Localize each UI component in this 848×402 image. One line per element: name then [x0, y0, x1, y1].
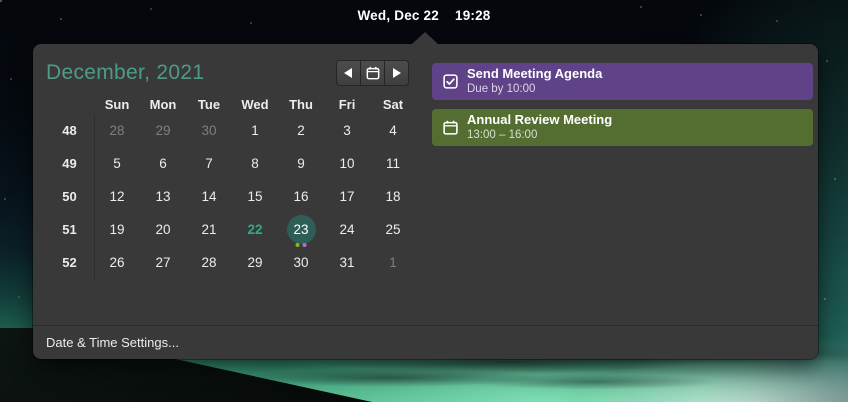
day-cell[interactable]: 12: [94, 180, 140, 213]
chevron-right-icon: [392, 68, 401, 78]
day-cell[interactable]: 7: [186, 147, 232, 180]
events-list: Send Meeting Agenda Due by 10:00 Annual Re…: [432, 58, 813, 279]
day-cell[interactable]: 23: [278, 213, 324, 247]
event-card[interactable]: Annual Review Meeting 13:00 – 16:00: [432, 109, 813, 146]
week-number: 51: [46, 213, 95, 246]
clock[interactable]: Wed, Dec 22 19:28: [357, 8, 490, 23]
checkbox-checked-icon: [442, 74, 458, 90]
calendar-nav: [336, 60, 409, 86]
day-cell[interactable]: 8: [232, 147, 278, 180]
day-cell[interactable]: 1: [232, 114, 278, 147]
day-cell[interactable]: 29: [140, 114, 186, 147]
day-cell[interactable]: 28: [186, 246, 232, 279]
prev-month-button[interactable]: [336, 60, 361, 86]
calendar-icon: [366, 66, 380, 80]
day-cell[interactable]: 30: [278, 246, 324, 279]
month-title: December, 2021: [46, 61, 205, 84]
day-cell[interactable]: 1: [370, 246, 416, 279]
event-text: Send Meeting Agenda Due by 10:00: [467, 66, 602, 96]
event-text: Annual Review Meeting 13:00 – 16:00: [467, 112, 612, 142]
day-cell[interactable]: 21: [186, 213, 232, 246]
week-number: 48: [46, 114, 95, 147]
day-cell[interactable]: 30: [186, 114, 232, 147]
day-header-sun: Sun: [104, 96, 130, 112]
chevron-left-icon: [344, 68, 353, 78]
calendar-icon: [442, 120, 458, 136]
event-subtitle: 13:00 – 16:00: [467, 128, 538, 141]
calendar-popup: December, 2021 Sun Mon Tue Wed Thu Fri S…: [33, 32, 818, 359]
day-cell[interactable]: 31: [324, 246, 370, 279]
day-cell[interactable]: 20: [140, 213, 186, 246]
day-cell[interactable]: 15: [232, 180, 278, 213]
day-cell[interactable]: 26: [94, 246, 140, 279]
day-cell[interactable]: 27: [140, 246, 186, 279]
day-cell[interactable]: 16: [278, 180, 324, 213]
event-subtitle: Due by 10:00: [467, 82, 536, 95]
today-button[interactable]: [360, 60, 385, 86]
event-title: Annual Review Meeting: [467, 112, 613, 128]
calendar-grid: Sun Mon Tue Wed Thu Fri Sat 48 28 29 30 1 2 3 4 49 5 6 7 8 9…: [46, 94, 421, 279]
day-cell[interactable]: 29: [232, 246, 278, 279]
day-header-wed: Wed: [241, 96, 269, 112]
day-cell[interactable]: 10: [324, 147, 370, 180]
day-cell[interactable]: 28: [94, 114, 140, 147]
date-time-settings-button[interactable]: Date & Time Settings...: [46, 335, 179, 350]
day-cell[interactable]: 9: [278, 147, 324, 180]
day-header-tue: Tue: [197, 96, 221, 112]
clock-time: 19:28: [454, 7, 491, 23]
week-number: 52: [46, 246, 95, 279]
calendar-header: December, 2021: [46, 58, 421, 88]
day-cell[interactable]: 5: [94, 147, 140, 180]
day-cell[interactable]: 6: [140, 147, 186, 180]
clock-date: Wed, Dec 22: [357, 7, 439, 23]
day-cell[interactable]: 17: [324, 180, 370, 213]
week-number: 49: [46, 147, 95, 180]
desktop: Wed, Dec 22 19:28 December, 2021 Sun Mon…: [0, 0, 848, 402]
popup-notch: [412, 32, 438, 44]
event-card[interactable]: Send Meeting Agenda Due by 10:00: [432, 63, 813, 100]
day-cell[interactable]: 4: [370, 114, 416, 147]
day-cell[interactable]: 22: [232, 213, 278, 246]
day-header-sat: Sat: [382, 96, 404, 112]
day-cell[interactable]: 18: [370, 180, 416, 213]
day-cell[interactable]: 25: [370, 213, 416, 246]
day-cell[interactable]: 3: [324, 114, 370, 147]
day-header-fri: Fri: [338, 96, 356, 112]
day-cell[interactable]: 2: [278, 114, 324, 147]
week-column-corner: [46, 94, 94, 114]
calendar-section: December, 2021 Sun Mon Tue Wed Thu Fri S…: [46, 58, 421, 279]
day-cell[interactable]: 14: [186, 180, 232, 213]
day-cell[interactable]: 19: [94, 213, 140, 246]
popup-footer: Date & Time Settings...: [33, 325, 818, 359]
next-month-button[interactable]: [384, 60, 409, 86]
week-number: 50: [46, 180, 95, 213]
day-header-mon: Mon: [149, 96, 177, 112]
top-panel: Wed, Dec 22 19:28: [0, 0, 848, 30]
day-cell[interactable]: 11: [370, 147, 416, 180]
day-cell[interactable]: 13: [140, 180, 186, 213]
event-title: Send Meeting Agenda: [467, 66, 603, 82]
day-cell[interactable]: 24: [324, 213, 370, 246]
day-header-thu: Thu: [289, 96, 313, 112]
